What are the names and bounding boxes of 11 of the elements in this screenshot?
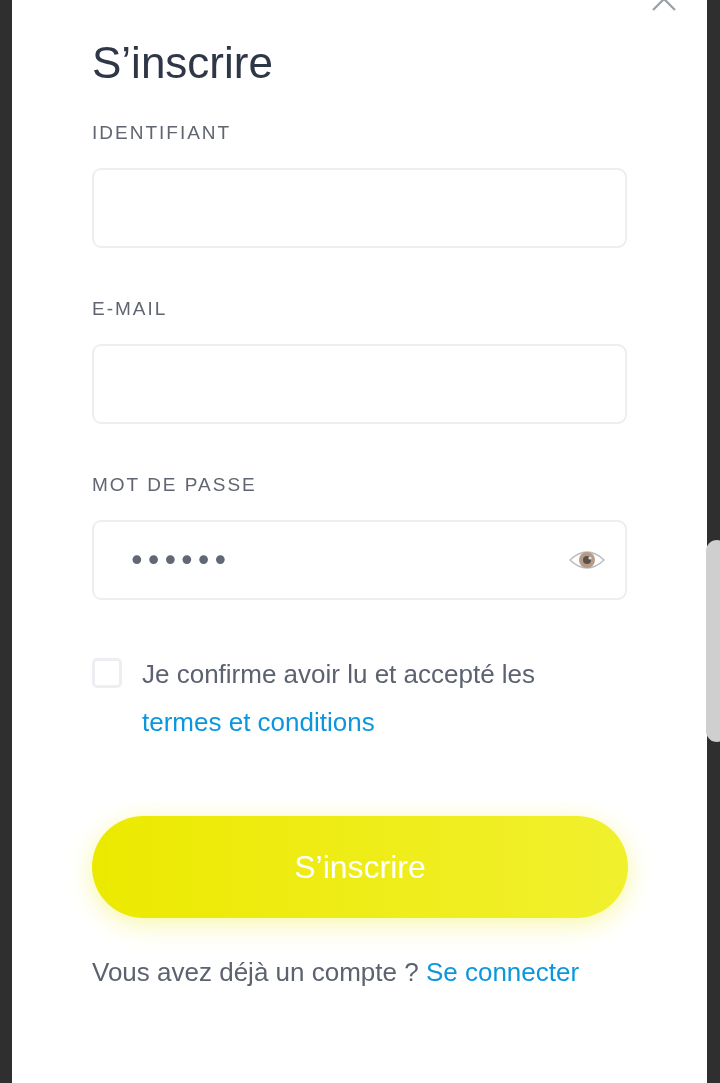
terms-link[interactable]: termes et conditions bbox=[142, 707, 375, 737]
eye-icon[interactable] bbox=[569, 548, 605, 572]
close-icon[interactable] bbox=[651, 0, 677, 12]
login-link[interactable]: Se connecter bbox=[425, 957, 580, 987]
input-field[interactable]: •••••• bbox=[92, 520, 627, 600]
form-title: S’inscrire bbox=[92, 38, 274, 88]
terms-text: Je confirme avoir lu et accepté les termes et conditions bbox=[142, 658, 537, 739]
field-label: MOT DE PASSE bbox=[92, 474, 258, 497]
field-label: IDENTIFIANT bbox=[92, 122, 233, 145]
field-label: E-MAIL bbox=[92, 298, 169, 321]
login-prompt: Vous avez déjà un compte ? Se connecter bbox=[92, 956, 581, 989]
